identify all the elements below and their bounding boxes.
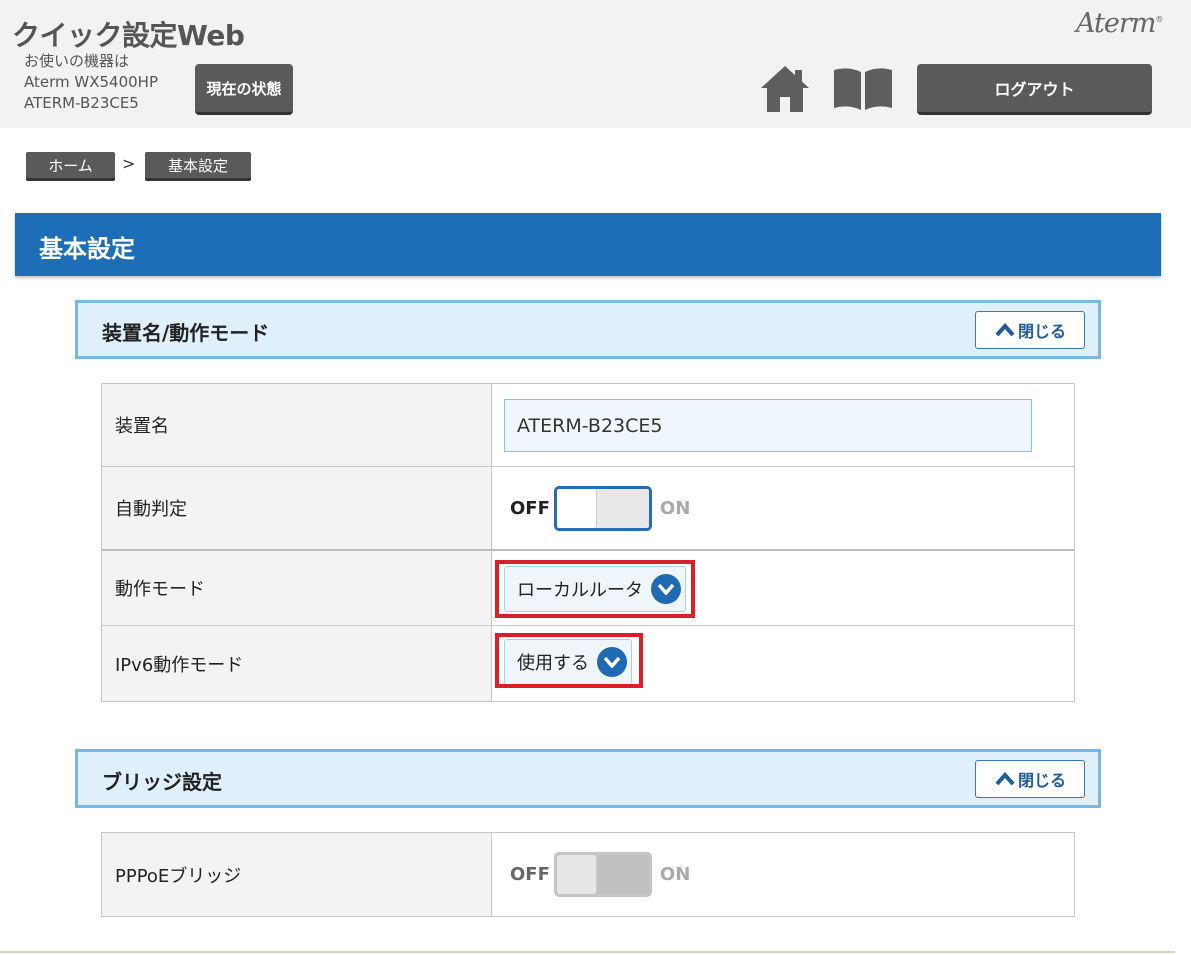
toggle-on-label: ON: [659, 498, 691, 519]
auto-detect-toggle[interactable]: [553, 486, 652, 531]
highlight-box: [495, 560, 695, 618]
pppoe-bridge-label: PPPoEブリッジ: [102, 833, 492, 916]
toggle-off-label: OFF: [510, 864, 550, 885]
device-name-label: 装置名: [102, 384, 492, 466]
device-info-caption: お使いの機器は: [24, 52, 130, 70]
device-model: Aterm WX5400HP: [24, 73, 158, 91]
operation-mode-cell: ローカルルータ: [492, 551, 1074, 625]
book-icon[interactable]: [832, 66, 894, 112]
brand-name: Aterm: [1076, 8, 1156, 39]
toggle-knob: [556, 855, 597, 894]
breadcrumb-separator: >: [122, 154, 136, 173]
toggle-off-label: OFF: [510, 498, 550, 519]
highlight-box: [495, 633, 643, 688]
device-mode-table: 装置名 ATERM-B23CE5 自動判定 OFF ON 動作モード ローカルル…: [101, 383, 1075, 702]
ipv6-mode-cell: 使用する: [492, 626, 1074, 701]
collapse-button[interactable]: 閉じる: [975, 311, 1085, 349]
collapse-label: 閉じる: [1017, 322, 1066, 341]
table-row: 自動判定 OFF ON: [102, 467, 1074, 551]
footer-divider: [0, 951, 1175, 953]
table-row: PPPoEブリッジ OFF ON: [102, 833, 1074, 916]
pppoe-bridge-toggle-group: OFF ON: [510, 852, 690, 897]
header: クイック設定Web お使いの機器は Aterm WX5400HP ATERM-B…: [0, 0, 1191, 128]
toggle-knob: [556, 489, 597, 528]
table-row: 装置名 ATERM-B23CE5: [102, 384, 1074, 467]
auto-detect-label: 自動判定: [102, 467, 492, 549]
home-icon[interactable]: [759, 64, 811, 114]
breadcrumb-home[interactable]: ホーム: [26, 152, 115, 181]
section-header-bridge: ブリッジ設定 閉じる: [75, 749, 1101, 808]
pppoe-bridge-cell: OFF ON: [492, 833, 1074, 916]
app-title: クイック設定Web: [12, 19, 245, 52]
ipv6-mode-label: IPv6動作モード: [102, 626, 492, 701]
auto-detect-cell: OFF ON: [492, 467, 1074, 549]
current-status-button[interactable]: 現在の状態: [195, 64, 293, 115]
device-name-input[interactable]: ATERM-B23CE5: [504, 399, 1032, 452]
toggle-on-label: ON: [659, 864, 691, 885]
chevron-up-icon: [995, 772, 1015, 786]
chevron-up-icon: [995, 323, 1015, 337]
collapse-label: 閉じる: [1017, 771, 1066, 790]
page-title-bar: 基本設定: [15, 213, 1161, 276]
section-title: 装置名/動作モード: [102, 321, 270, 345]
logout-button[interactable]: ログアウト: [917, 64, 1152, 115]
device-hostname: ATERM-B23CE5: [24, 94, 139, 112]
bridge-table: PPPoEブリッジ OFF ON: [101, 832, 1075, 917]
device-name-cell: ATERM-B23CE5: [492, 384, 1074, 466]
section-title: ブリッジ設定: [102, 770, 222, 794]
auto-detect-toggle-group: OFF ON: [510, 486, 690, 531]
brand-logo: Aterm®: [1076, 8, 1163, 39]
page-title: 基本設定: [39, 235, 135, 263]
table-row: IPv6動作モード 使用する: [102, 626, 1074, 701]
breadcrumb-current[interactable]: 基本設定: [145, 152, 251, 181]
table-row: 動作モード ローカルルータ: [102, 551, 1074, 626]
pppoe-bridge-toggle[interactable]: [553, 852, 652, 897]
collapse-button[interactable]: 閉じる: [975, 760, 1085, 798]
section-header-device-mode: 装置名/動作モード 閉じる: [75, 300, 1101, 359]
operation-mode-label: 動作モード: [102, 551, 492, 625]
device-info: お使いの機器は Aterm WX5400HP ATERM-B23CE5: [24, 51, 158, 114]
